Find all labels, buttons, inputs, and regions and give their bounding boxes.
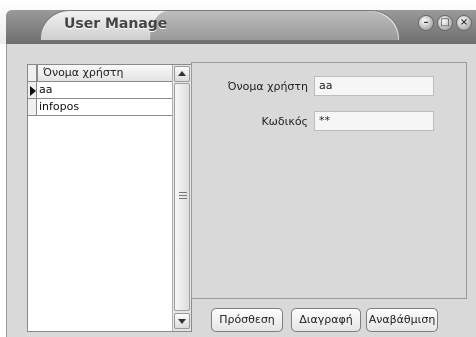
minimize-button[interactable]: – (418, 15, 434, 31)
table-row[interactable]: infopos (37, 99, 181, 116)
grid-scrollbar[interactable] (172, 65, 191, 331)
scroll-grip-icon (179, 192, 187, 200)
delete-button[interactable]: Διαγραφή (291, 308, 361, 332)
user-detail-panel: Όνομα χρήστη aa Κωδικός ** (191, 62, 467, 299)
password-field[interactable]: ** (314, 111, 434, 131)
grid-column-header[interactable]: Όνομα χρήστη (37, 65, 181, 82)
arrow-up-icon[interactable] (174, 66, 190, 82)
table-row[interactable]: aa (37, 82, 181, 99)
maximize-button[interactable]: □ (437, 15, 453, 31)
window-title: User Manage (64, 16, 168, 32)
add-button[interactable]: Πρόσθεση (211, 308, 283, 332)
window-body: Όνομα χρήστη aa infopos Όνομα χρήστη aa … (6, 44, 476, 337)
row-pointer-icon (30, 86, 36, 96)
password-label: Κωδικός (261, 115, 308, 128)
title-bar: User Manage – □ × (0, 0, 476, 44)
grid-corner (28, 65, 37, 82)
username-label: Όνομα χρήστη (227, 80, 308, 93)
close-button[interactable]: × (456, 15, 472, 31)
arrow-down-icon[interactable] (174, 313, 190, 329)
title-tab-shade (150, 11, 398, 40)
users-grid[interactable]: Όνομα χρήστη aa infopos (27, 64, 192, 332)
scrollbar-thumb[interactable] (174, 83, 190, 311)
username-field[interactable]: aa (314, 76, 434, 96)
update-button[interactable]: Αναβάθμιση (366, 308, 438, 332)
row-selector[interactable] (28, 82, 37, 99)
row-selector[interactable] (28, 99, 37, 116)
